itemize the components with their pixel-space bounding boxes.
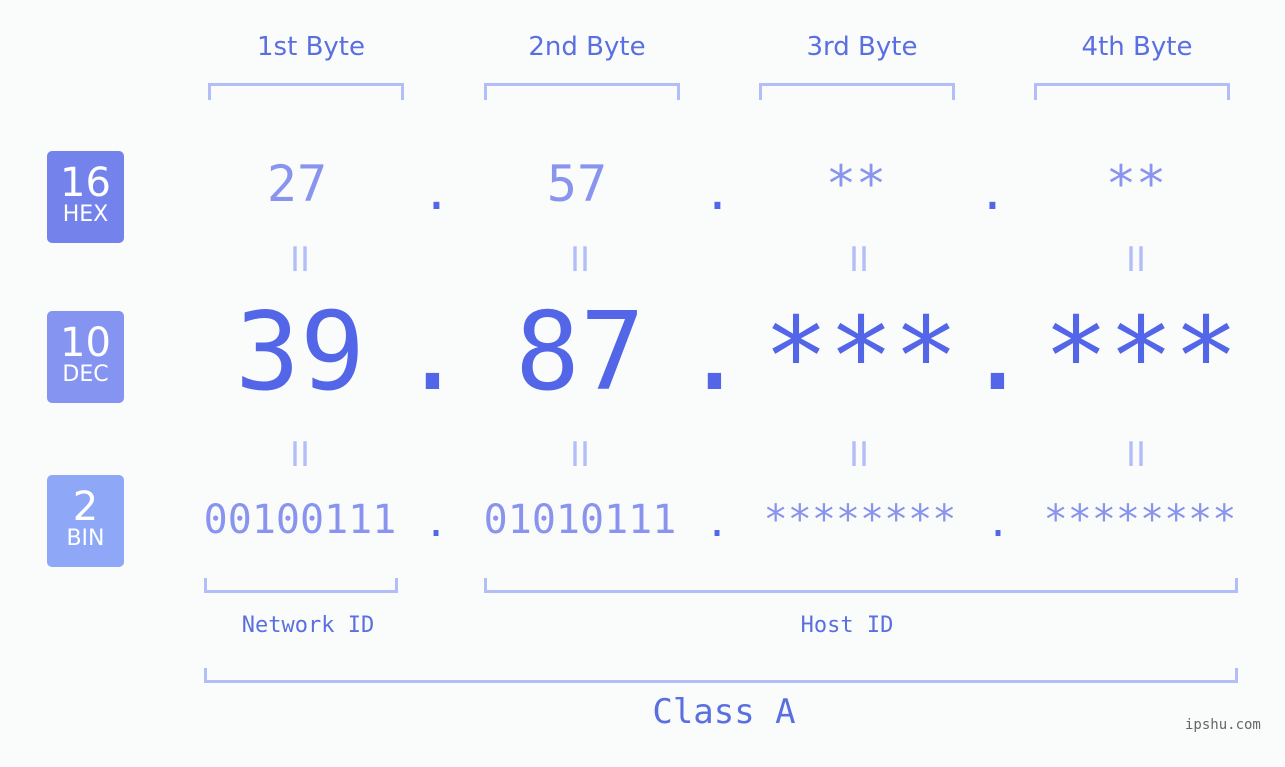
equals-hex-dec-4: II [1125, 240, 1147, 280]
hex-base-number: 16 [60, 160, 111, 206]
bin-value-3: ******** [763, 497, 957, 543]
dec-badge: 10 DEC [47, 311, 124, 403]
hex-value-2: 57 [546, 155, 608, 213]
dec-value-4: *** [1043, 295, 1239, 420]
watermark: ipshu.com [1185, 717, 1261, 733]
hex-dot-3: . [978, 165, 1007, 221]
byte-header-3: 3rd Byte [806, 32, 918, 62]
hex-base-label: HEX [62, 202, 109, 227]
byte-header-4: 4th Byte [1081, 32, 1193, 62]
equals-dec-bin-3: II [848, 435, 870, 475]
dec-base-label: DEC [62, 362, 109, 387]
hex-value-1: 27 [266, 155, 328, 213]
network-id-bracket [204, 578, 398, 593]
bin-value-1: 00100111 [203, 497, 397, 543]
bin-dot-1: . [424, 500, 449, 546]
bin-base-label: BIN [66, 526, 105, 551]
equals-hex-dec-3: II [848, 240, 870, 280]
dec-dot-2: . [682, 290, 748, 415]
dec-value-1: 39 [234, 290, 366, 415]
hex-value-4: ** [1105, 155, 1167, 213]
byte-header-2: 2nd Byte [528, 32, 646, 62]
bin-badge: 2 BIN [47, 475, 124, 567]
byte-bracket-4 [1034, 83, 1230, 100]
bin-dot-3: . [986, 500, 1011, 546]
bin-dot-2: . [705, 500, 730, 546]
byte-bracket-2 [484, 83, 680, 100]
byte-header-1: 1st Byte [257, 32, 365, 62]
equals-hex-dec-1: II [289, 240, 311, 280]
byte-bracket-3 [759, 83, 955, 100]
equals-hex-dec-2: II [569, 240, 591, 280]
dec-dot-3: . [965, 290, 1031, 415]
bin-base-number: 2 [72, 484, 99, 530]
hex-badge: 16 HEX [47, 151, 124, 243]
dec-value-2: 87 [514, 290, 646, 415]
hex-value-3: ** [825, 155, 887, 213]
bin-value-4: ******** [1043, 497, 1237, 543]
host-id-bracket [484, 578, 1238, 593]
dec-base-number: 10 [60, 320, 111, 366]
byte-bracket-1 [208, 83, 404, 100]
dec-value-3: *** [763, 295, 959, 420]
bin-value-2: 01010111 [483, 497, 677, 543]
equals-dec-bin-1: II [289, 435, 311, 475]
equals-dec-bin-2: II [569, 435, 591, 475]
class-bracket [204, 668, 1238, 683]
hex-dot-2: . [703, 165, 732, 221]
class-label: Class A [652, 692, 796, 732]
host-id-label: Host ID [800, 613, 894, 638]
hex-dot-1: . [422, 165, 451, 221]
dec-dot-1: . [400, 290, 466, 415]
equals-dec-bin-4: II [1125, 435, 1147, 475]
network-id-label: Network ID [241, 613, 375, 638]
